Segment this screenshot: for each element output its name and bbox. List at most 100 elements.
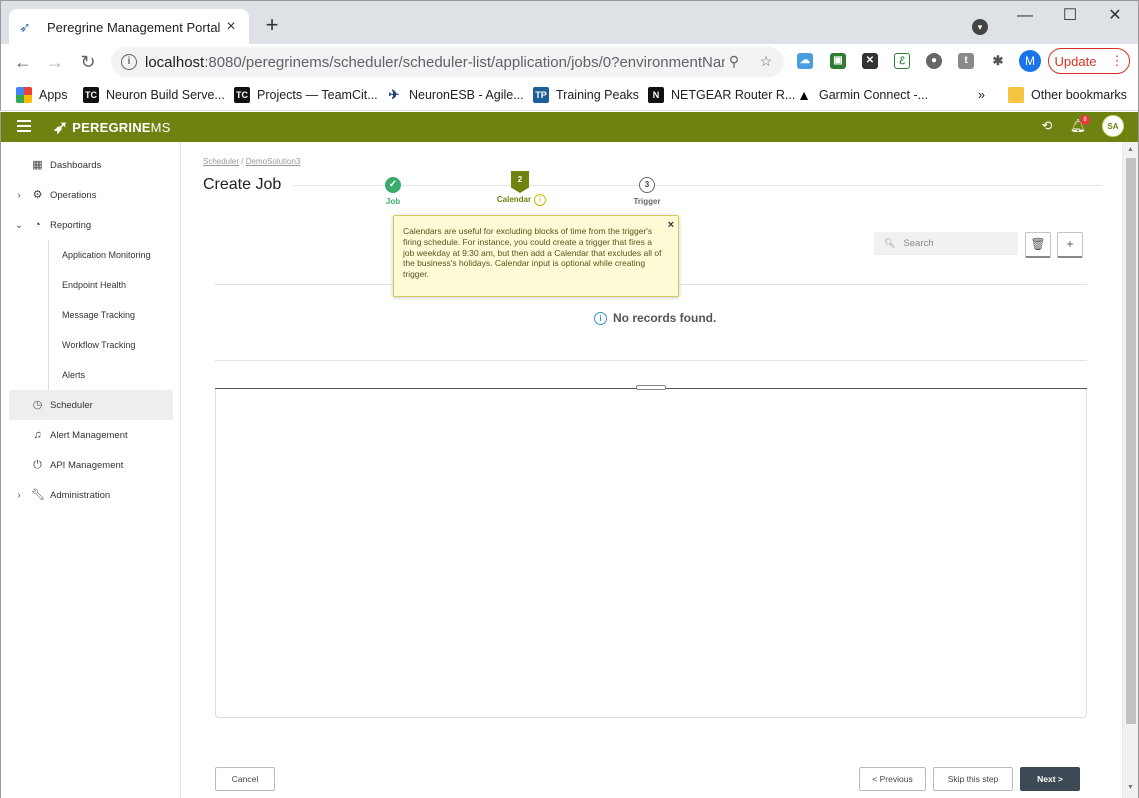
gear-icon: ⚙ [32, 188, 43, 201]
sidebar-item-reporting[interactable]: ⌄ ◔ Reporting [9, 210, 173, 240]
apps-grid-icon [16, 87, 32, 103]
cloud-extension-icon[interactable]: ☁ [797, 53, 813, 69]
add-button[interactable]: + [1057, 232, 1083, 258]
breadcrumb-solution[interactable]: DemoSolution3 [246, 157, 301, 166]
plug-icon: ⏻ [33, 458, 42, 471]
chevron-down-icon: ⌄ [14, 219, 24, 231]
folder-icon [1008, 87, 1024, 103]
minimize-icon[interactable]: — [1010, 5, 1040, 27]
sidebar-item-administration[interactable]: › 🔧︎ Administration [9, 480, 173, 510]
chart-icon: ◔ [34, 218, 41, 231]
clock-icon: ◷ [32, 398, 43, 411]
update-button[interactable]: Update ⋮ [1048, 48, 1130, 74]
sidebar-item-workflow-tracking[interactable]: Workflow Tracking [62, 338, 135, 352]
image-extension-icon[interactable]: ▣ [830, 53, 846, 69]
delete-button[interactable]: 🗑︎ [1025, 232, 1051, 258]
close-tooltip-icon[interactable]: × [668, 220, 674, 231]
grid-footer-divider [215, 360, 1087, 361]
sidebar-item-application-monitoring[interactable]: Application Monitoring [62, 248, 151, 262]
back-arrow-icon[interactable]: ← [11, 50, 35, 74]
sidebar-item-api-management[interactable]: ⏻ API Management [9, 450, 173, 480]
history-icon[interactable]: ⟲ [1038, 118, 1056, 134]
bookmark-neuron-build[interactable]: TC Neuron Build Serve... [83, 85, 225, 105]
app-logo[interactable]: ➶ PEREGRINE MS [53, 117, 171, 138]
cancel-button[interactable]: Cancel [215, 767, 275, 791]
bookmark-neuronesb-agile[interactable]: ✈ NeuronESB - Agile... [386, 85, 524, 105]
step-calendar-badge: 2 [511, 171, 529, 193]
scroll-down-icon[interactable]: ▼ [1127, 784, 1134, 791]
bookmark-garmin[interactable]: ▲ Garmin Connect -... [796, 85, 928, 105]
info-icon[interactable]: i [534, 194, 546, 206]
bookmark-star-icon[interactable]: ☆ [757, 53, 775, 70]
step-job[interactable]: ✓ Job [378, 177, 408, 206]
circle-extension-icon[interactable]: ● [926, 53, 942, 69]
sidebar-item-dashboards[interactable]: ▦ Dashboards [9, 150, 173, 180]
resize-handle[interactable] [636, 385, 666, 390]
hamburger-menu-icon[interactable] [17, 120, 31, 132]
page-scrollbar[interactable]: ▲ ▼ [1122, 142, 1138, 798]
zoom-icon[interactable]: ⚲ [725, 53, 743, 70]
url-text[interactable]: localhost:8080/peregrinems/scheduler/sch… [145, 54, 725, 71]
profile-avatar[interactable]: M [1019, 50, 1041, 72]
close-window-icon[interactable]: ✕ [1100, 5, 1130, 27]
address-bar[interactable]: i localhost:8080/peregrinems/scheduler/s… [111, 47, 784, 77]
bookmarks-bar: Apps TC Neuron Build Serve... TC Project… [0, 80, 1139, 111]
breadcrumb-scheduler[interactable]: Scheduler [203, 157, 239, 166]
skip-step-button[interactable]: Skip this step [933, 767, 1013, 791]
garmin-triangle-icon: ▲ [796, 87, 812, 103]
teamcity-icon: TC [83, 87, 99, 103]
bookmark-training-peaks[interactable]: TP Training Peaks [533, 85, 639, 105]
dashboard-icon: ▦ [32, 158, 43, 171]
sidebar-item-endpoint-health[interactable]: Endpoint Health [62, 278, 126, 292]
plus-icon: + [1066, 237, 1074, 251]
tab-search-icon[interactable]: ▾ [972, 19, 988, 35]
peregrine-bird-icon: ➶ [53, 117, 69, 137]
scroll-up-icon[interactable]: ▲ [1127, 146, 1134, 153]
sidebar-item-operations[interactable]: › ⚙ Operations [9, 180, 173, 210]
puzzle-extensions-icon[interactable]: ✱ [990, 53, 1006, 69]
close-tab-icon[interactable]: × [223, 18, 239, 36]
calendar-info-tooltip: × Calendars are useful for excluding blo… [393, 215, 679, 297]
bookmark-apps[interactable]: Apps [16, 85, 68, 105]
sidebar-item-message-tracking[interactable]: Message Tracking [62, 308, 135, 322]
more-bookmarks-icon[interactable]: » [978, 85, 985, 105]
calendar-editor-panel[interactable] [215, 389, 1087, 718]
step-trigger[interactable]: 3 Trigger [630, 177, 664, 206]
trainingpeaks-icon: TP [533, 87, 549, 103]
bookmark-netgear[interactable]: N NETGEAR Router R... [648, 85, 795, 105]
bookmark-other[interactable]: Other bookmarks [1008, 85, 1127, 105]
t-extension-icon[interactable]: t [958, 53, 974, 69]
jira-icon: ✈ [386, 87, 402, 103]
search-box[interactable]: 🔍︎ [874, 232, 1018, 255]
reporting-subnav-line [48, 240, 49, 390]
browser-tab[interactable]: ➶ Peregrine Management Portal × [9, 9, 249, 45]
bookmark-projects-teamcity[interactable]: TC Projects — TeamCit... [234, 85, 378, 105]
new-tab-button[interactable]: + [261, 13, 283, 37]
kebab-menu-icon: ⋮ [1110, 53, 1124, 68]
maximize-icon[interactable]: ☐ [1055, 5, 1085, 27]
step-trigger-number: 3 [639, 177, 655, 193]
next-button[interactable]: Next > [1020, 767, 1080, 791]
netgear-icon: N [648, 87, 664, 103]
info-circle-icon: i [594, 311, 607, 325]
scroll-thumb[interactable] [1126, 158, 1136, 724]
peregrine-favicon-icon: ➶ [19, 19, 31, 35]
sidebar-item-alerts[interactable]: Alerts [62, 368, 85, 382]
user-avatar[interactable]: SA [1102, 115, 1124, 137]
forward-arrow-icon[interactable]: → [43, 50, 67, 74]
browser-tab-strip: ➶ Peregrine Management Portal × + ▾ — ☐ … [0, 0, 1139, 45]
search-icon: 🔍︎ [884, 238, 896, 248]
breadcrumb: Scheduler / DemoSolution3 [203, 157, 301, 166]
wrench-icon: 🔧︎ [31, 488, 45, 501]
page-title: Create Job [203, 176, 282, 193]
x-extension-icon[interactable]: ✕ [862, 53, 878, 69]
sidebar-item-scheduler[interactable]: ◷ Scheduler [9, 390, 173, 420]
evernote-extension-icon[interactable]: ℰ [894, 53, 910, 69]
previous-button[interactable]: < Previous [859, 767, 926, 791]
sidebar-item-alert-management[interactable]: ♫ Alert Management [9, 420, 173, 450]
stepper-line [292, 185, 1102, 186]
site-info-icon[interactable]: i [121, 54, 137, 70]
search-input[interactable] [903, 238, 1014, 249]
bell-icon: ♫ [33, 428, 42, 441]
reload-icon[interactable]: ↻ [76, 50, 100, 74]
